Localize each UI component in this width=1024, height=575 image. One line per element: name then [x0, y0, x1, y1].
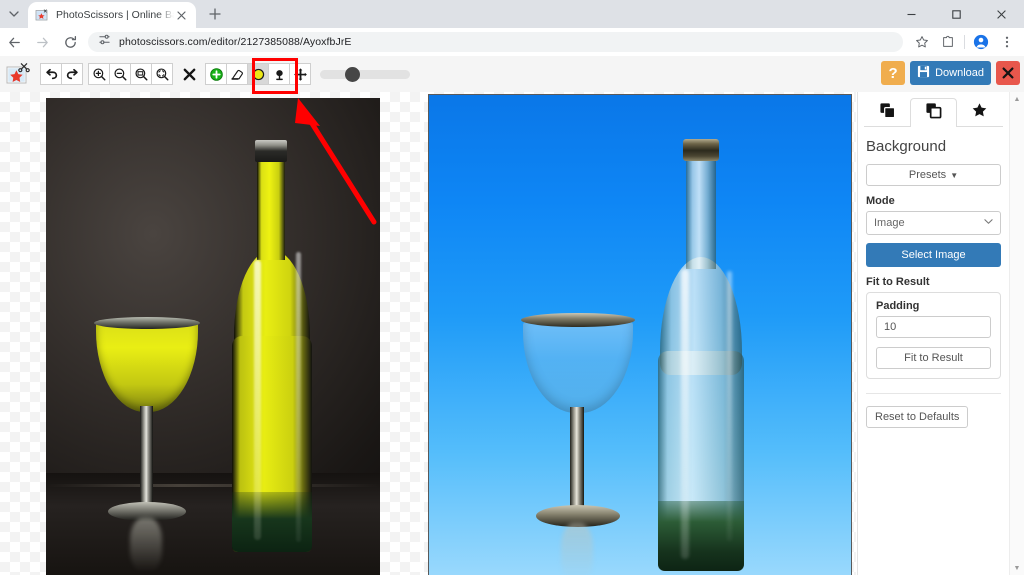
- zoom-fit-page-button[interactable]: [151, 63, 173, 85]
- back-button[interactable]: [0, 28, 28, 56]
- omnibox-actions: [909, 28, 1024, 56]
- chevron-down-icon: [984, 217, 993, 229]
- annotation-highlight-box: [252, 58, 298, 94]
- source-bottle-highlight: [254, 260, 261, 540]
- toolbar-right-actions: ? Download: [881, 61, 1020, 85]
- browser-window: PhotoScissors | Online Backgro: [0, 0, 1024, 575]
- help-button[interactable]: ?: [881, 61, 906, 85]
- result-glass: [521, 313, 635, 575]
- panel-divider: [866, 393, 1001, 394]
- caret-down-icon: ▼: [950, 170, 959, 180]
- window-close-button[interactable]: [979, 0, 1024, 28]
- maximize-button[interactable]: [934, 0, 979, 28]
- tab-title: PhotoScissors | Online Backgro: [56, 9, 174, 21]
- tab-foreground[interactable]: [864, 98, 910, 126]
- omnibox-toolbar: photoscissors.com/editor/2127385088/Ayox…: [0, 28, 1024, 56]
- source-bottle-edge-highlight: [296, 252, 301, 542]
- window-controls: [889, 0, 1024, 28]
- fit-to-result-button[interactable]: Fit to Result: [876, 347, 991, 369]
- result-bottle: [651, 139, 755, 571]
- settings-side-panel: Background Presets ▼ Mode Image Select I…: [857, 92, 1009, 575]
- fit-to-result-section-label: Fit to Result: [866, 276, 930, 288]
- fit-to-result-fieldset: Padding 10 Fit to Result: [866, 292, 1001, 379]
- result-glass-rim: [521, 313, 635, 327]
- tab-effects[interactable]: [957, 98, 1003, 126]
- address-bar[interactable]: photoscissors.com/editor/2127385088/Ayox…: [88, 32, 903, 52]
- layers-outline-icon: [925, 102, 942, 124]
- result-bottle-cap: [683, 139, 719, 161]
- presets-label: Presets: [908, 169, 947, 181]
- photoscissors-favicon: [35, 8, 49, 22]
- scroll-up-arrow-icon[interactable]: ▲: [1010, 92, 1024, 106]
- mode-value: Image: [874, 217, 905, 229]
- padding-label: Padding: [876, 300, 920, 312]
- minimize-button[interactable]: [889, 0, 934, 28]
- new-tab-button[interactable]: [202, 1, 228, 27]
- eraser-button[interactable]: [226, 63, 248, 85]
- result-glass-reflection: [561, 523, 593, 575]
- panel-content: Background Presets ▼ Mode Image Select I…: [858, 127, 1009, 428]
- select-image-button[interactable]: Select Image: [866, 243, 1001, 267]
- result-glass-stem: [570, 407, 584, 513]
- tab-background[interactable]: [910, 98, 957, 127]
- result-photo[interactable]: [428, 94, 852, 575]
- close-editor-button[interactable]: [996, 61, 1020, 85]
- source-glass-rim: [94, 317, 200, 329]
- result-glass-bowl: [523, 321, 633, 413]
- forward-button[interactable]: [28, 28, 56, 56]
- download-button[interactable]: Download: [910, 61, 991, 85]
- star-icon: [971, 102, 988, 124]
- source-glass-reflection: [130, 518, 162, 572]
- zoom-in-button[interactable]: [88, 63, 110, 85]
- omnibox-divider: [964, 35, 965, 49]
- clear-marks-button[interactable]: [178, 63, 200, 85]
- padding-input[interactable]: 10: [876, 316, 991, 338]
- result-bottle-highlight: [681, 269, 689, 559]
- brush-size-slider[interactable]: [320, 63, 410, 85]
- three-dot-menu-icon[interactable]: [994, 28, 1020, 56]
- redo-button[interactable]: [61, 63, 83, 85]
- zoom-fit-width-button[interactable]: [130, 63, 152, 85]
- slider-thumb[interactable]: [345, 67, 360, 82]
- tab-search-icon[interactable]: [0, 0, 28, 28]
- panel-tab-bar: [864, 98, 1003, 127]
- mode-select[interactable]: Image: [866, 211, 1001, 235]
- reload-button[interactable]: [56, 28, 84, 56]
- panel-scrollbar[interactable]: ▲ ▼: [1009, 92, 1024, 575]
- tab-strip: PhotoScissors | Online Backgro: [0, 0, 1024, 28]
- download-label: Download: [935, 67, 984, 79]
- layers-filled-icon: [879, 102, 896, 124]
- app-toolbar: ? Download: [0, 56, 1024, 93]
- bookmark-star-icon[interactable]: [909, 28, 935, 56]
- source-glass-bowl: [96, 320, 198, 412]
- clear-button-group: [178, 63, 199, 85]
- mode-label: Mode: [866, 195, 895, 207]
- floppy-disk-icon: [917, 65, 930, 81]
- zoom-button-group: [88, 63, 173, 85]
- presets-dropdown-button[interactable]: Presets ▼: [866, 164, 1001, 186]
- panel-title: Background: [866, 138, 947, 155]
- zoom-out-button[interactable]: [109, 63, 131, 85]
- history-button-group: [40, 63, 83, 85]
- result-bottle-edge-highlight: [727, 271, 732, 541]
- site-settings-icon[interactable]: [98, 33, 111, 51]
- url-text: photoscissors.com/editor/2127385088/Ayox…: [119, 36, 352, 48]
- photoscissors-logo[interactable]: [4, 61, 34, 87]
- source-bottle-cap: [255, 140, 287, 162]
- reset-to-defaults-button[interactable]: Reset to Defaults: [866, 406, 969, 428]
- browser-tab[interactable]: PhotoScissors | Online Backgro: [28, 2, 196, 28]
- result-preview-canvas[interactable]: [424, 92, 856, 575]
- tab-close-icon[interactable]: [174, 8, 189, 23]
- scroll-down-arrow-icon[interactable]: ▼: [1010, 561, 1024, 575]
- undo-button[interactable]: [40, 63, 62, 85]
- source-glass: [94, 317, 200, 572]
- result-bottle-neck: [686, 151, 716, 269]
- extensions-puzzle-icon[interactable]: [935, 28, 961, 56]
- slider-track: [320, 69, 410, 79]
- profile-avatar-icon[interactable]: [968, 28, 994, 56]
- annotation-arrow-icon: [295, 98, 377, 225]
- source-glass-stem: [140, 406, 153, 508]
- add-marker-button[interactable]: [205, 63, 227, 85]
